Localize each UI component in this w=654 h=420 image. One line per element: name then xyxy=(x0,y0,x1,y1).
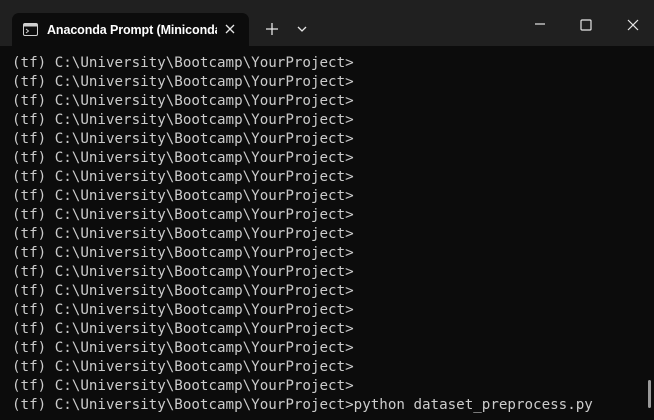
console-line: (tf) C:\University\Bootcamp\YourProject> xyxy=(12,112,354,128)
console-line: (tf) C:\University\Bootcamp\YourProject> xyxy=(12,74,354,90)
scrollbar-thumb[interactable] xyxy=(648,380,651,408)
console-line: (tf) C:\University\Bootcamp\YourProject> xyxy=(12,188,354,204)
console-line: (tf) C:\University\Bootcamp\YourProject> xyxy=(12,245,354,261)
chevron-down-icon[interactable] xyxy=(295,22,309,36)
close-icon[interactable] xyxy=(222,21,238,37)
console-line: (tf) C:\University\Bootcamp\YourProject> xyxy=(12,226,354,242)
minimize-icon[interactable] xyxy=(533,17,547,31)
console-line: (tf) C:\University\Bootcamp\YourProject> xyxy=(12,169,354,185)
console-line: (tf) C:\University\Bootcamp\YourProject> xyxy=(12,150,354,166)
tab-anaconda-prompt[interactable]: Anaconda Prompt (Miniconda xyxy=(12,13,249,46)
console-line: (tf) C:\University\Bootcamp\YourProject> xyxy=(12,264,354,280)
console-line: (tf) C:\University\Bootcamp\YourProject> xyxy=(12,340,354,356)
terminal-icon xyxy=(23,23,38,36)
console-line: (tf) C:\University\Bootcamp\YourProject> xyxy=(12,359,354,375)
console-line: (tf) C:\University\Bootcamp\YourProject> xyxy=(12,207,354,223)
console-line: (tf) C:\University\Bootcamp\YourProject> xyxy=(12,55,354,71)
console-line: (tf) C:\University\Bootcamp\YourProject> xyxy=(12,283,354,299)
title-bar[interactable]: Anaconda Prompt (Miniconda xyxy=(0,0,654,46)
console-line: (tf) C:\University\Bootcamp\YourProject> xyxy=(12,302,354,318)
tab-title: Anaconda Prompt (Miniconda xyxy=(47,23,217,37)
console-line: (tf) C:\University\Bootcamp\YourProject> xyxy=(12,321,354,337)
console-line: (tf) C:\University\Bootcamp\YourProject> xyxy=(12,93,354,109)
console-line: (tf) C:\University\Bootcamp\YourProject> xyxy=(12,378,354,394)
plus-icon[interactable] xyxy=(263,20,281,38)
console-line: (tf) C:\University\Bootcamp\YourProject> xyxy=(12,131,354,147)
maximize-icon[interactable] xyxy=(579,18,593,32)
console-output[interactable]: (tf) C:\University\Bootcamp\YourProject>… xyxy=(12,54,642,420)
close-icon[interactable] xyxy=(625,17,641,33)
terminal-window: Anaconda Prompt (Miniconda (tf) C:\Unive… xyxy=(0,0,654,420)
console-line: (tf) C:\University\Bootcamp\YourProject>… xyxy=(12,397,593,413)
